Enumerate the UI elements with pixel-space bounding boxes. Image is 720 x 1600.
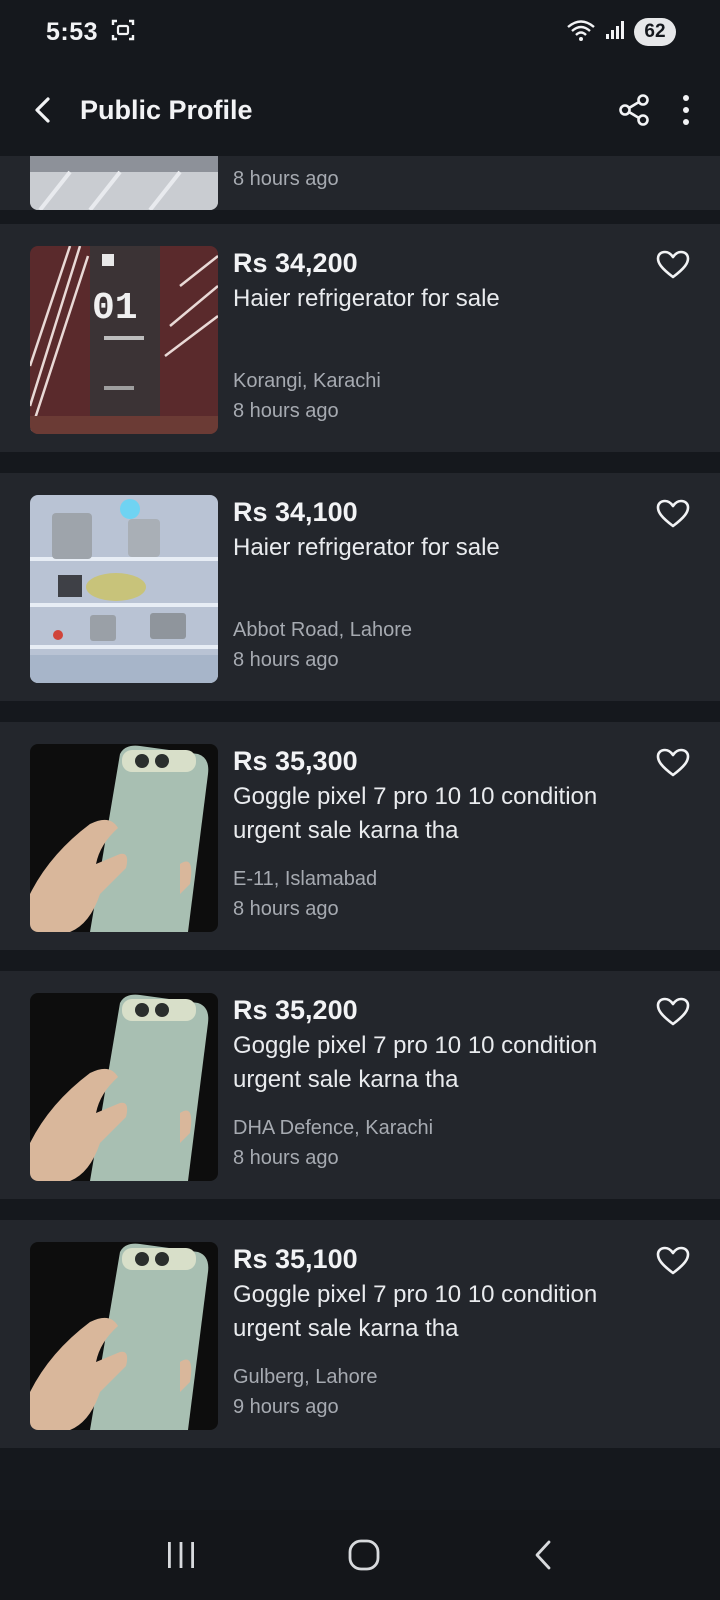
share-icon[interactable]: [616, 92, 652, 128]
listing-card[interactable]: Rs 35,300 Goggle pixel 7 pro 10 10 condi…: [0, 722, 720, 950]
listing-thumbnail: [30, 744, 218, 932]
listing-title: Goggle pixel 7 pro 10 10 condition urgen…: [233, 1032, 598, 1093]
svg-text:01: 01: [92, 287, 138, 330]
battery-indicator: 62: [634, 18, 676, 46]
listing-time: 8 hours ago: [233, 168, 339, 190]
listing-price: Rs 35,300: [233, 746, 358, 776]
status-bar: 5:53 62: [0, 0, 720, 64]
listing-location: Abbot Road, Lahore: [233, 619, 413, 641]
home-icon[interactable]: [347, 1538, 381, 1572]
listing-price: Rs 34,200: [233, 248, 358, 278]
more-vertical-icon[interactable]: [680, 92, 692, 128]
listing-thumbnail: [30, 993, 218, 1181]
app-bar: Public Profile: [0, 64, 720, 156]
listing-time: 9 hours ago: [233, 1396, 339, 1418]
nav-back-icon[interactable]: [531, 1538, 555, 1572]
screenshot-icon: [110, 17, 136, 48]
listing-location: Gulberg, Lahore: [233, 1366, 378, 1388]
listing-price: Rs 35,100: [233, 1244, 358, 1274]
listing-price: Rs 35,200: [233, 995, 358, 1025]
listing-title: Haier refrigerator for sale: [233, 534, 500, 561]
signal-icon: [604, 19, 626, 46]
listing-card-partial[interactable]: 8 hours ago: [0, 156, 720, 210]
listing-location: Korangi, Karachi: [233, 370, 381, 392]
listing-title: Haier refrigerator for sale: [233, 285, 500, 312]
listing-card[interactable]: Rs 35,200 Goggle pixel 7 pro 10 10 condi…: [0, 971, 720, 1199]
listing-thumbnail: 01: [30, 246, 218, 434]
page-title: Public Profile: [80, 94, 253, 125]
listing-location: DHA Defence, Karachi: [233, 1117, 434, 1139]
system-nav-bar: [0, 1510, 720, 1600]
listing-time: 8 hours ago: [233, 1147, 339, 1169]
heart-outline-icon[interactable]: [656, 499, 690, 534]
heart-outline-icon[interactable]: [656, 1246, 690, 1281]
listing-thumbnail: [30, 495, 218, 683]
listing-thumbnail: [30, 1242, 218, 1430]
back-arrow-icon[interactable]: [30, 95, 56, 125]
listing-card[interactable]: Rs 35,100 Goggle pixel 7 pro 10 10 condi…: [0, 1220, 720, 1448]
listing-time: 8 hours ago: [233, 400, 339, 422]
listing-card[interactable]: Rs 34,100 Haier refrigerator for sale Ab…: [0, 473, 720, 701]
wifi-icon: [566, 18, 596, 47]
listing-price: Rs 34,100: [233, 497, 358, 527]
heart-outline-icon[interactable]: [656, 997, 690, 1032]
recents-icon[interactable]: [165, 1540, 197, 1570]
listing-location: E-11, Islamabad: [233, 868, 378, 890]
status-time: 5:53: [46, 17, 99, 46]
listing-card[interactable]: 01 Rs 34,200 Haier refrigerator for sale…: [0, 224, 720, 452]
listing-time: 8 hours ago: [233, 649, 339, 671]
listing-thumbnail: [30, 156, 218, 210]
listing-title: Goggle pixel 7 pro 10 10 condition urgen…: [233, 1281, 598, 1342]
heart-outline-icon[interactable]: [656, 250, 690, 285]
listing-title: Goggle pixel 7 pro 10 10 condition urgen…: [233, 783, 598, 844]
listing-time: 8 hours ago: [233, 898, 339, 920]
heart-outline-icon[interactable]: [656, 748, 690, 783]
